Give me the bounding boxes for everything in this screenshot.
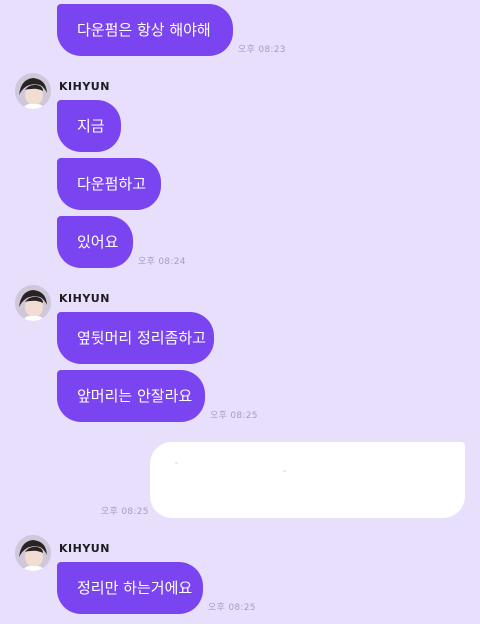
message-bubble[interactable]: 정리만 하는거에요 xyxy=(57,562,203,614)
profile-photo xyxy=(15,73,51,109)
message-text: 정리만 하는거에요 xyxy=(77,578,193,597)
message-timestamp: 오후 08:23 xyxy=(238,45,286,55)
message-bubble[interactable]: 옆뒷머리 정리좀하고 xyxy=(57,312,214,364)
message-bubble[interactable]: 지금 xyxy=(57,100,121,152)
message-bubble[interactable]: 앞머리는 안잘라요 xyxy=(57,370,205,422)
avatar[interactable] xyxy=(15,535,51,571)
avatar[interactable] xyxy=(15,285,51,321)
message-bubble[interactable]: 있어요 xyxy=(57,216,133,268)
avatar[interactable] xyxy=(15,73,51,109)
sender-name: KIHYUN xyxy=(59,80,110,93)
message-timestamp: 오후 08:25 xyxy=(101,507,149,517)
profile-photo xyxy=(15,285,51,321)
message-bubble[interactable]: 다운펌은 항상 해야해 xyxy=(57,4,233,56)
message-text: 다운펌은 항상 해야해 xyxy=(77,20,211,39)
profile-photo xyxy=(15,535,51,571)
message-text: 있어요 xyxy=(77,232,119,251)
chat-window[interactable]: 다운펌은 항상 해야해 오후 08:23 KIHYUN 지금 다운펌하고 있어요… xyxy=(0,0,480,624)
my-message-bubble[interactable] xyxy=(150,442,465,518)
message-text: 다운펌하고 xyxy=(77,174,147,193)
sender-name: KIHYUN xyxy=(59,292,110,305)
message-text: 앞머리는 안잘라요 xyxy=(77,386,193,405)
message-timestamp: 오후 08:24 xyxy=(138,257,186,267)
redacted-mark xyxy=(283,470,286,472)
redacted-mark xyxy=(175,462,178,464)
message-text: 옆뒷머리 정리좀하고 xyxy=(77,328,206,347)
message-text: 지금 xyxy=(77,116,105,135)
message-timestamp: 오후 08:25 xyxy=(208,603,256,613)
message-timestamp: 오후 08:25 xyxy=(210,411,258,421)
message-bubble[interactable]: 다운펌하고 xyxy=(57,158,161,210)
sender-name: KIHYUN xyxy=(59,542,110,555)
